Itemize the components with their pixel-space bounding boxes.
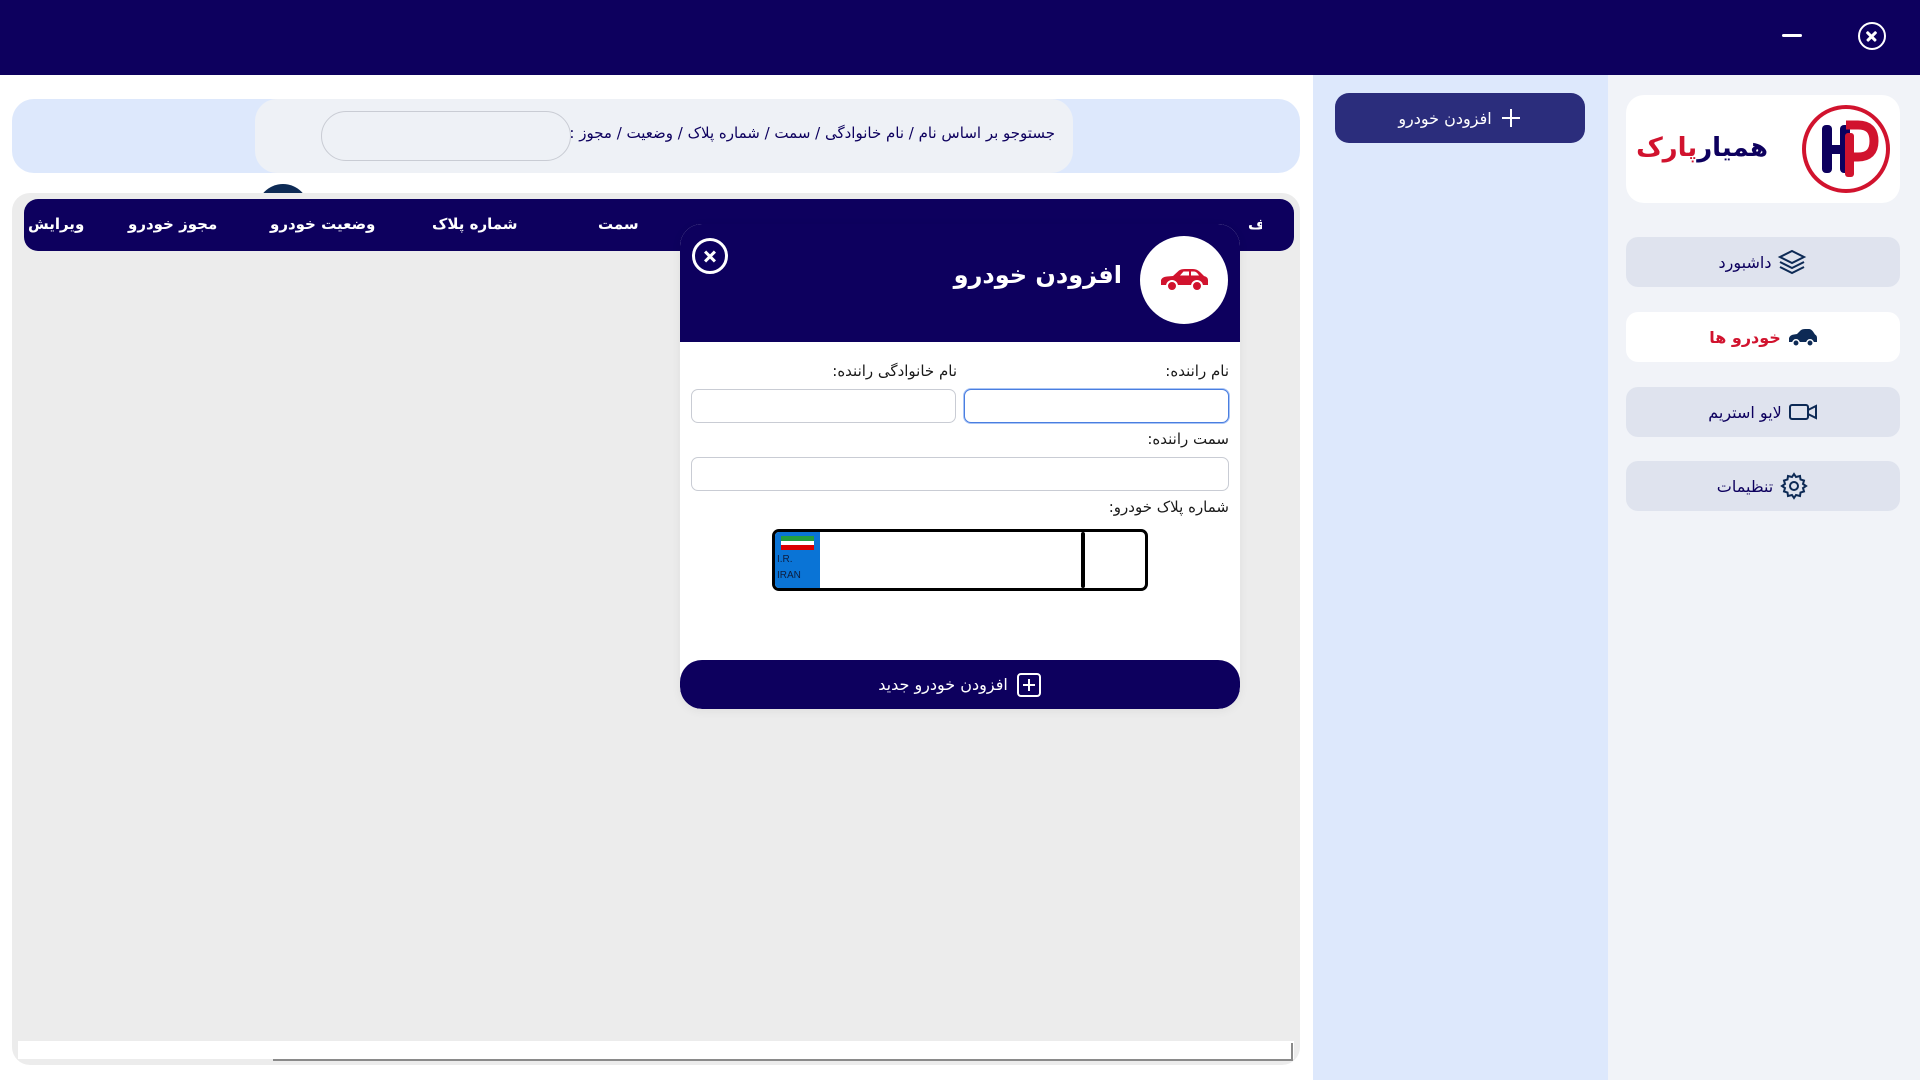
- brand-part1: همیار: [1697, 133, 1768, 163]
- modal-header: افزودن خودرو: [680, 224, 1240, 342]
- add-new-car-label: افزودن خودرو جدید: [878, 675, 1008, 694]
- sidebar-item-settings[interactable]: تنظیمات: [1626, 461, 1900, 511]
- layers-icon: [1778, 249, 1807, 275]
- sidebar: همیارپارک داشبورد خودرو ها لایو استریم ت…: [1608, 75, 1920, 1080]
- modal-car-badge: [1140, 236, 1228, 324]
- brand-name: همیارپارک: [1636, 133, 1768, 163]
- logo-card: همیارپارک: [1626, 95, 1900, 203]
- modal-close-icon[interactable]: [692, 238, 728, 274]
- last-name-input[interactable]: [691, 389, 956, 423]
- plate-country-line2: IRAN: [777, 570, 801, 581]
- add-car-label: افزودن خودرو: [1398, 108, 1492, 128]
- logo-icon: [1802, 105, 1890, 193]
- plate-label: شماره پلاک خودرو:: [1108, 498, 1229, 516]
- gear-icon: [1780, 472, 1809, 500]
- last-name-label: نام خانوادگی راننده:: [832, 362, 957, 380]
- column-delete[interactable]: حذف: [1248, 215, 1262, 233]
- actions-panel: افزودن خودرو: [1313, 75, 1608, 1080]
- scrollbar-thumb[interactable]: [273, 1043, 1293, 1061]
- column-edit[interactable]: ویرایش: [28, 215, 84, 233]
- sidebar-item-label: داشبورد: [1718, 252, 1772, 272]
- add-car-modal: افزودن خودرو نام راننده: نام خانوادگی را…: [680, 224, 1240, 709]
- add-new-car-button[interactable]: افزودن خودرو جدید: [680, 660, 1240, 709]
- column-permit[interactable]: مجوز خودرو: [128, 215, 217, 233]
- search-pill: جستوجو بر اساس نام / نام خانوادگی / سمت …: [255, 99, 1073, 173]
- plate-divider: [1081, 532, 1085, 588]
- plus-square-icon: [1016, 672, 1041, 697]
- modal-title: افزودن خودرو: [953, 261, 1122, 289]
- brand-part2: پارک: [1636, 133, 1698, 163]
- position-label: سمت راننده:: [1147, 430, 1229, 448]
- first-name-label: نام راننده:: [1165, 362, 1229, 380]
- sidebar-item-live-stream[interactable]: لایو استریم: [1626, 387, 1900, 437]
- plus-icon: [1501, 109, 1520, 127]
- column-position[interactable]: سمت: [598, 215, 639, 233]
- plate-country-line1: I.R.: [777, 554, 793, 565]
- plate-region-input[interactable]: [1089, 536, 1141, 584]
- add-car-button[interactable]: افزودن خودرو: [1335, 93, 1585, 143]
- sidebar-item-dashboard[interactable]: داشبورد: [1626, 237, 1900, 287]
- plate-country-strip: I.R. IRAN: [775, 532, 820, 588]
- first-name-input[interactable]: [964, 389, 1229, 423]
- iran-flag-icon: [781, 536, 814, 550]
- close-icon[interactable]: [1858, 22, 1886, 50]
- sidebar-item-label: تنظیمات: [1716, 476, 1774, 496]
- horizontal-scrollbar[interactable]: [18, 1041, 1294, 1061]
- sidebar-item-cars[interactable]: خودرو ها: [1626, 312, 1900, 362]
- car-icon: [1788, 329, 1817, 347]
- video-camera-icon: [1788, 404, 1817, 420]
- minimize-icon[interactable]: [1782, 34, 1802, 37]
- car-icon: [1161, 269, 1208, 292]
- license-plate-input: I.R. IRAN: [772, 529, 1148, 591]
- column-plate[interactable]: شماره پلاک: [432, 215, 518, 233]
- title-bar: [0, 0, 1920, 75]
- search-bar: جستوجو بر اساس نام / نام خانوادگی / سمت …: [12, 99, 1300, 173]
- position-input[interactable]: [691, 457, 1229, 491]
- search-hint: جستوجو بر اساس نام / نام خانوادگی / سمت …: [569, 124, 1055, 142]
- main-content: جستوجو بر اساس نام / نام خانوادگی / سمت …: [0, 75, 1313, 1080]
- sidebar-item-label: لایو استریم: [1708, 402, 1782, 422]
- plate-number-input[interactable]: [825, 536, 1075, 584]
- column-status[interactable]: وضعیت خودرو: [270, 215, 375, 233]
- search-input[interactable]: [321, 111, 571, 161]
- sidebar-item-label: خودرو ها: [1709, 327, 1781, 347]
